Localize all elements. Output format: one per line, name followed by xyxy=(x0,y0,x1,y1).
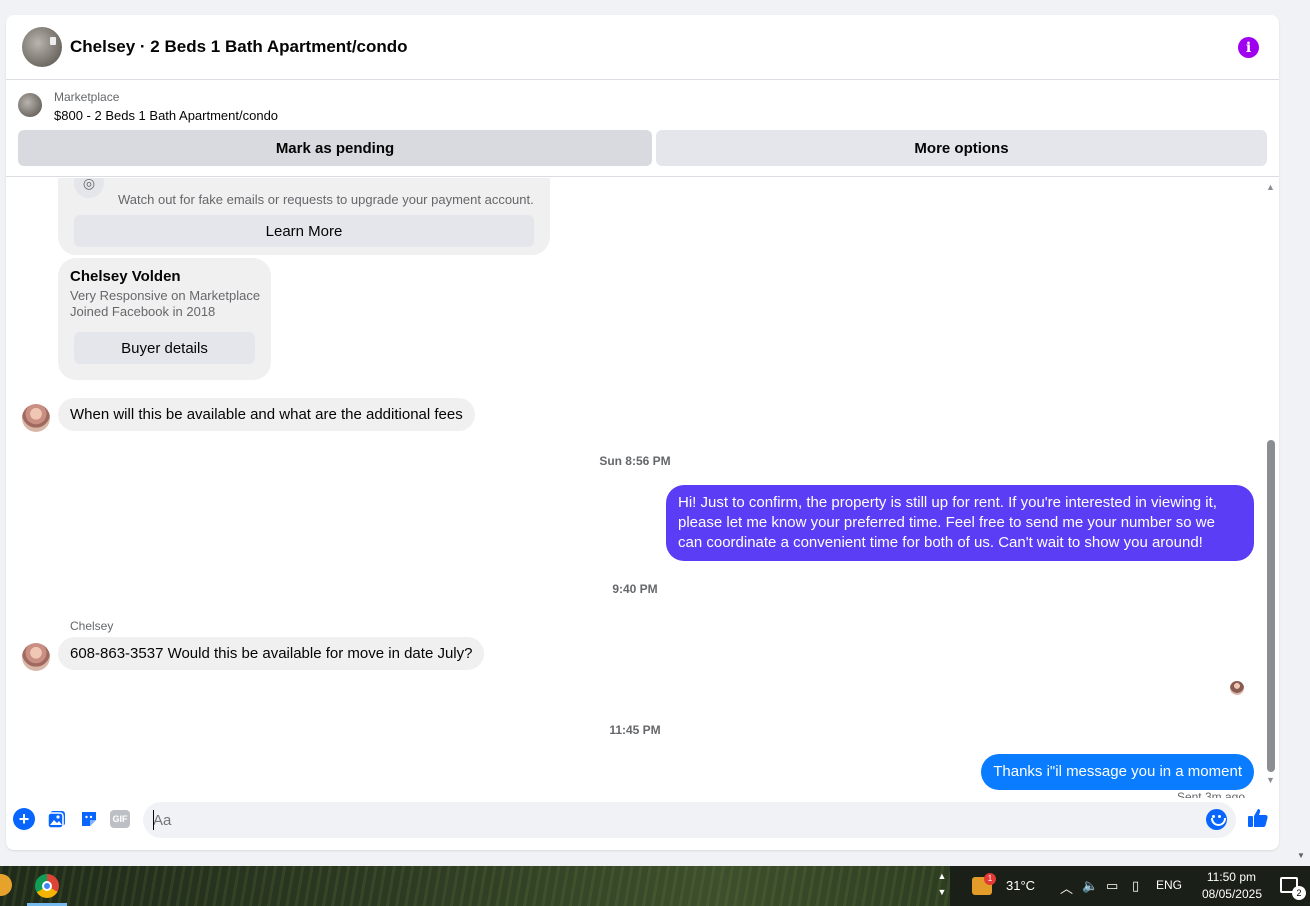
mark-as-pending-button[interactable]: Mark as pending xyxy=(18,130,652,166)
message-composer: + GIF xyxy=(6,798,1279,842)
clock-time[interactable]: 11:50 pm xyxy=(1207,870,1256,884)
emoji-icon[interactable] xyxy=(1206,809,1227,830)
text-caret xyxy=(153,810,154,830)
scroll-down-arrow-icon[interactable]: ▼ xyxy=(1266,775,1275,785)
sender-avatar[interactable] xyxy=(22,643,50,671)
sticker-icon[interactable] xyxy=(78,808,100,830)
clock-date[interactable]: 08/05/2025 xyxy=(1202,887,1262,901)
listing-price-title[interactable]: $800 - 2 Beds 1 Bath Apartment/condo xyxy=(54,108,278,123)
page-scroll-down-icon[interactable]: ▼ xyxy=(1297,851,1305,860)
incoming-message[interactable]: When will this be available and what are… xyxy=(58,398,475,431)
system-tray: 1 31°C ︿ 🔈 ▭ ▯ ENG 11:50 pm 08/05/2025 2 xyxy=(950,866,1310,906)
battery-icon[interactable]: ▯ xyxy=(1132,878,1139,894)
chat-title[interactable]: Chelsey · 2 Beds 1 Bath Apartment/condo xyxy=(70,37,408,57)
taskbar-scroll-icon[interactable]: ▲ ▼ xyxy=(934,868,950,904)
outgoing-message[interactable]: Hi! Just to confirm, the property is sti… xyxy=(666,485,1254,561)
sent-status: Sent 3m ago xyxy=(1176,790,1245,798)
message-input[interactable] xyxy=(143,802,1236,838)
seen-receipt-avatar xyxy=(1230,681,1244,695)
more-options-button[interactable]: More options xyxy=(656,130,1267,166)
network-icon[interactable]: ▭ xyxy=(1106,878,1118,894)
message-timestamp: 11:45 PM xyxy=(609,723,661,737)
notifications-count: 2 xyxy=(1292,886,1306,900)
gif-icon[interactable]: GIF xyxy=(110,810,130,828)
buyer-details-button[interactable]: Buyer details xyxy=(74,332,255,364)
message-timestamp: Sun 8:56 PM xyxy=(599,454,671,468)
safety-tip-text: Watch out for fake emails or requests to… xyxy=(118,192,534,207)
buyer-profile-card: Chelsey Volden Very Responsive on Market… xyxy=(58,258,271,380)
listing-banner: Marketplace $800 - 2 Beds 1 Bath Apartme… xyxy=(6,81,1279,177)
shield-icon: ◎ xyxy=(74,178,104,198)
thumbs-up-icon[interactable] xyxy=(1246,806,1270,830)
message-scrollbar[interactable]: ▲ ▼ xyxy=(1264,178,1278,798)
message-list[interactable]: ◎ Watch out for fake emails or requests … xyxy=(6,178,1267,798)
speaker-icon[interactable]: 🔈 xyxy=(1082,878,1098,894)
windows-taskbar: ▲ ▼ 1 31°C ︿ 🔈 ▭ ▯ ENG 11:50 pm 08/05/202… xyxy=(0,866,1310,906)
scroll-up-arrow-icon[interactable]: ▲ xyxy=(1266,182,1275,192)
scrollbar-thumb[interactable] xyxy=(1267,440,1275,772)
photo-icon[interactable] xyxy=(46,808,68,830)
buyer-name: Chelsey Volden xyxy=(70,268,181,285)
chat-header: Chelsey · 2 Beds 1 Bath Apartment/condo … xyxy=(6,15,1279,80)
weather-badge: 1 xyxy=(984,873,996,885)
chrome-icon[interactable] xyxy=(35,874,59,898)
sender-avatar[interactable] xyxy=(22,404,50,432)
listing-avatar[interactable] xyxy=(22,27,62,67)
listing-source-label: Marketplace xyxy=(54,90,120,104)
message-timestamp: 9:40 PM xyxy=(612,582,658,596)
safety-tip-card: ◎ Watch out for fake emails or requests … xyxy=(58,178,550,255)
plus-icon[interactable]: + xyxy=(13,808,35,830)
temperature[interactable]: 31°C xyxy=(1006,878,1035,893)
learn-more-button[interactable]: Learn More xyxy=(74,215,534,247)
chevron-up-icon[interactable]: ︿ xyxy=(1060,878,1073,897)
buyer-joined: Joined Facebook in 2018 xyxy=(70,304,216,319)
sender-name: Chelsey xyxy=(70,619,114,633)
chat-window: Chelsey · 2 Beds 1 Bath Apartment/condo … xyxy=(6,15,1279,850)
info-icon[interactable]: i xyxy=(1238,37,1259,58)
listing-thumbnail[interactable] xyxy=(18,93,42,117)
outgoing-message[interactable]: Thanks i"il message you in a moment xyxy=(981,754,1254,790)
buyer-responsiveness: Very Responsive on Marketplace xyxy=(70,288,261,303)
language-indicator[interactable]: ENG xyxy=(1156,878,1182,892)
incoming-message[interactable]: 608-863-3537 Would this be available for… xyxy=(58,637,485,670)
